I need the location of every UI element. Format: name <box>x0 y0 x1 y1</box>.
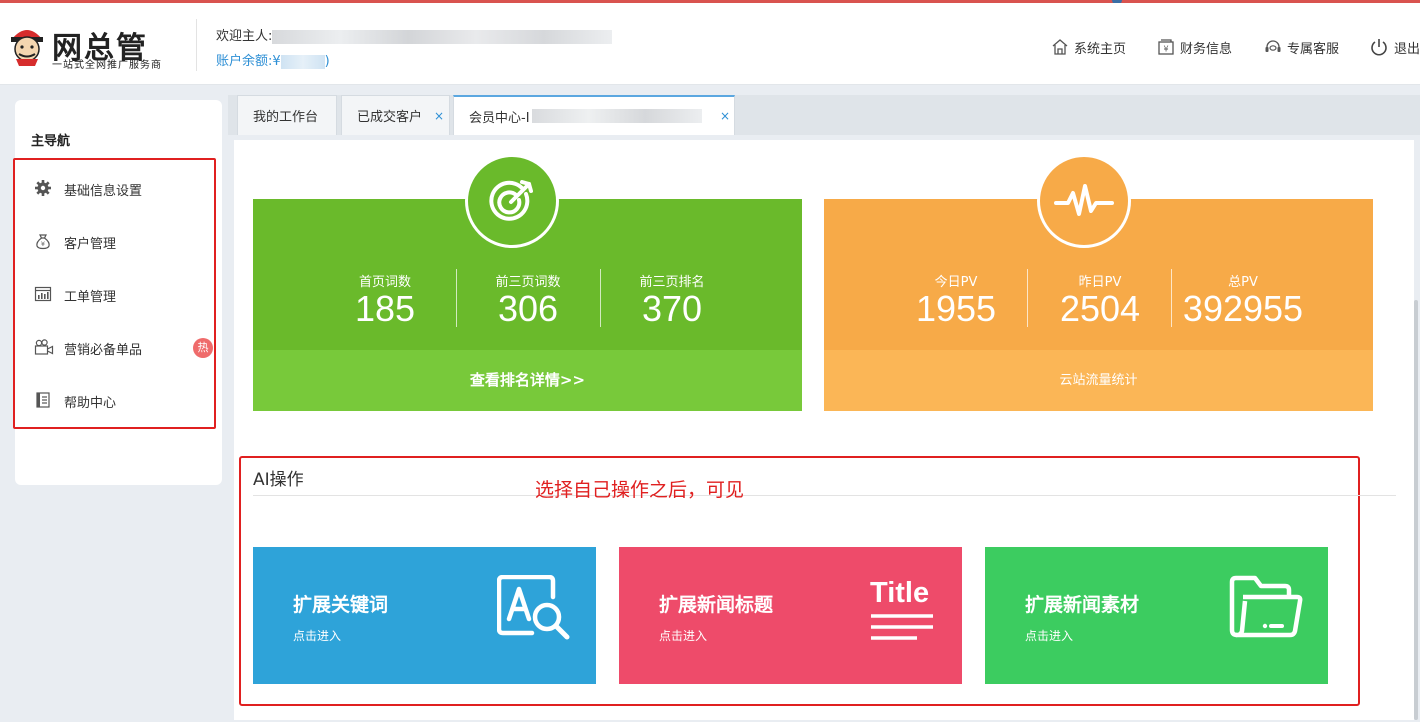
stat-top3-rankings: 前三页排名 370 <box>600 271 744 329</box>
sidebar-item-label: 帮助中心 <box>64 396 117 411</box>
stat-value: 2504 <box>1059 288 1141 329</box>
stat-label: 总PV <box>1228 275 1258 290</box>
tile-title: 扩展新闻标题 <box>659 594 774 616</box>
nav-finance[interactable]: ¥ 财务信息 <box>1157 36 1232 58</box>
ai-section-title: AI操作 <box>253 470 304 490</box>
tile-title: 扩展新闻素材 <box>1025 594 1140 616</box>
tab-close-icon[interactable]: × <box>434 109 444 123</box>
hot-badge: 热 <box>193 338 213 358</box>
view-ranking-details-link[interactable]: 查看排名详情>> <box>253 350 802 411</box>
sidebar-item-label: 营销必备单品 <box>64 343 143 358</box>
home-icon <box>1052 39 1068 55</box>
redacted-username <box>272 29 613 44</box>
search-text-icon <box>497 575 570 640</box>
nav-support-label: 专属客服 <box>1287 41 1340 57</box>
sidebar-item-help[interactable]: 帮助中心 <box>34 389 214 411</box>
stat-label: 今日PV <box>934 275 978 290</box>
tab-label: 会员中心-I <box>469 110 530 126</box>
headset-icon <box>1265 40 1281 52</box>
stat-label: 昨日PV <box>1078 275 1122 290</box>
traffic-card: 今日PV 1955 昨日PV 2504 总PV 392955 云站流量统计 <box>824 154 1373 411</box>
folder-icon <box>1229 575 1303 638</box>
video-camera-icon <box>34 339 54 355</box>
nav-finance-label: 财务信息 <box>1180 41 1233 57</box>
tile-subtitle: 点击进入 <box>293 629 342 643</box>
stat-value: 1955 <box>915 288 997 329</box>
stat-value: 370 <box>641 288 703 329</box>
sidebar-item-label: 基础信息设置 <box>64 184 143 199</box>
svg-text:¥: ¥ <box>1163 45 1168 54</box>
sidebar-item-marketing[interactable]: 营销必备单品 <box>34 336 214 358</box>
redacted-tab-title <box>531 109 702 123</box>
tile-subtitle: 点击进入 <box>1025 629 1074 643</box>
tab-label: 已成交客户 <box>357 110 423 125</box>
sidebar-item-label: 工单管理 <box>64 290 117 305</box>
stat-label: 前三页排名 <box>639 275 705 290</box>
tile-subtitle: 点击进入 <box>659 629 708 643</box>
ai-section-divider <box>253 495 1396 496</box>
stat-yesterday-pv: 昨日PV 2504 <box>1028 271 1172 329</box>
header-divider <box>196 19 197 71</box>
welcome-text: 欢迎主人: <box>216 25 613 44</box>
stat-top3-keywords: 前三页词数 306 <box>456 271 600 329</box>
title-icon: Title <box>870 577 930 609</box>
tile-expand-keywords[interactable]: 扩展关键词 点击进入 <box>253 547 596 684</box>
brand-slogan: 一站式全网推广服务商 <box>52 60 162 71</box>
power-icon <box>1371 39 1387 56</box>
svg-text:¥: ¥ <box>41 240 45 248</box>
money-bag-icon: ¥ <box>36 234 50 250</box>
book-icon <box>36 392 50 408</box>
header: 网总管 一站式全网推广服务商 欢迎主人: 账户余额:¥) 系统主页 ¥ 财务信息… <box>0 3 1420 85</box>
stat-total-pv: 总PV 392955 <box>1171 271 1315 329</box>
nav-support[interactable]: 专属客服 <box>1264 36 1339 58</box>
logo[interactable]: 网总管 一站式全网推广服务商 <box>8 23 193 71</box>
balance-label: 账户余额: <box>216 54 273 69</box>
stat-value: 306 <box>497 288 559 329</box>
stat-value: 185 <box>354 288 416 329</box>
target-icon <box>489 180 533 221</box>
nav-logout-label: 退出 <box>1394 41 1420 57</box>
redacted-balance <box>280 54 325 69</box>
ai-annotation-note: 选择自己操作之后，可见 <box>535 479 745 501</box>
mascot-icon <box>11 30 43 66</box>
tab-close-icon[interactable]: × <box>720 109 730 123</box>
tab-closed-customers[interactable]: 已成交客户 × <box>341 95 450 135</box>
tab-workbench[interactable]: 我的工作台 <box>237 95 337 135</box>
stat-label: 前三页词数 <box>495 275 561 290</box>
sidebar-item-tickets[interactable]: 工单管理 <box>34 283 214 305</box>
sidebar-item-label: 客户管理 <box>64 237 117 252</box>
balance-prefix: ¥ <box>272 54 281 69</box>
stat-value: 392955 <box>1182 288 1304 329</box>
page-scrollbar[interactable] <box>1414 300 1418 720</box>
nav-logout[interactable]: 退出 <box>1369 36 1420 58</box>
ranking-icon-circle <box>465 154 559 248</box>
sidebar-item-basic-settings[interactable]: 基础信息设置 <box>34 177 214 199</box>
account-balance: 账户余额:¥) <box>216 50 330 69</box>
finance-icon: ¥ <box>1158 39 1174 55</box>
nav-home[interactable]: 系统主页 <box>1051 36 1126 58</box>
tile-title: 扩展关键词 <box>293 594 389 616</box>
sidebar-item-customers[interactable]: ¥ 客户管理 <box>34 230 214 252</box>
sidebar-title: 主导航 <box>31 134 71 149</box>
chart-icon <box>34 286 52 302</box>
nav-home-label: 系统主页 <box>1074 41 1127 57</box>
tile-expand-news-titles[interactable]: 扩展新闻标题 点击进入 Title <box>619 547 962 684</box>
welcome-label: 欢迎主人: <box>216 29 273 44</box>
tab-member-center[interactable]: 会员中心-I × <box>453 95 735 135</box>
balance-suffix: ) <box>324 54 330 69</box>
site-traffic-stats-link[interactable]: 云站流量统计 <box>824 350 1373 411</box>
stat-today-pv: 今日PV 1955 <box>884 271 1028 329</box>
title-lines-icon <box>871 614 933 640</box>
traffic-icon-circle <box>1037 154 1131 248</box>
tile-expand-news-materials[interactable]: 扩展新闻素材 点击进入 <box>985 547 1328 684</box>
gear-icon <box>35 180 51 196</box>
stat-label: 首页词数 <box>358 275 411 290</box>
ranking-card: 首页词数 185 前三页词数 306 前三页排名 370 查看排名详情>> <box>253 154 802 411</box>
pulse-icon <box>1054 184 1114 216</box>
tab-label: 我的工作台 <box>253 110 319 125</box>
stat-homepage-keywords: 首页词数 185 <box>313 271 457 329</box>
